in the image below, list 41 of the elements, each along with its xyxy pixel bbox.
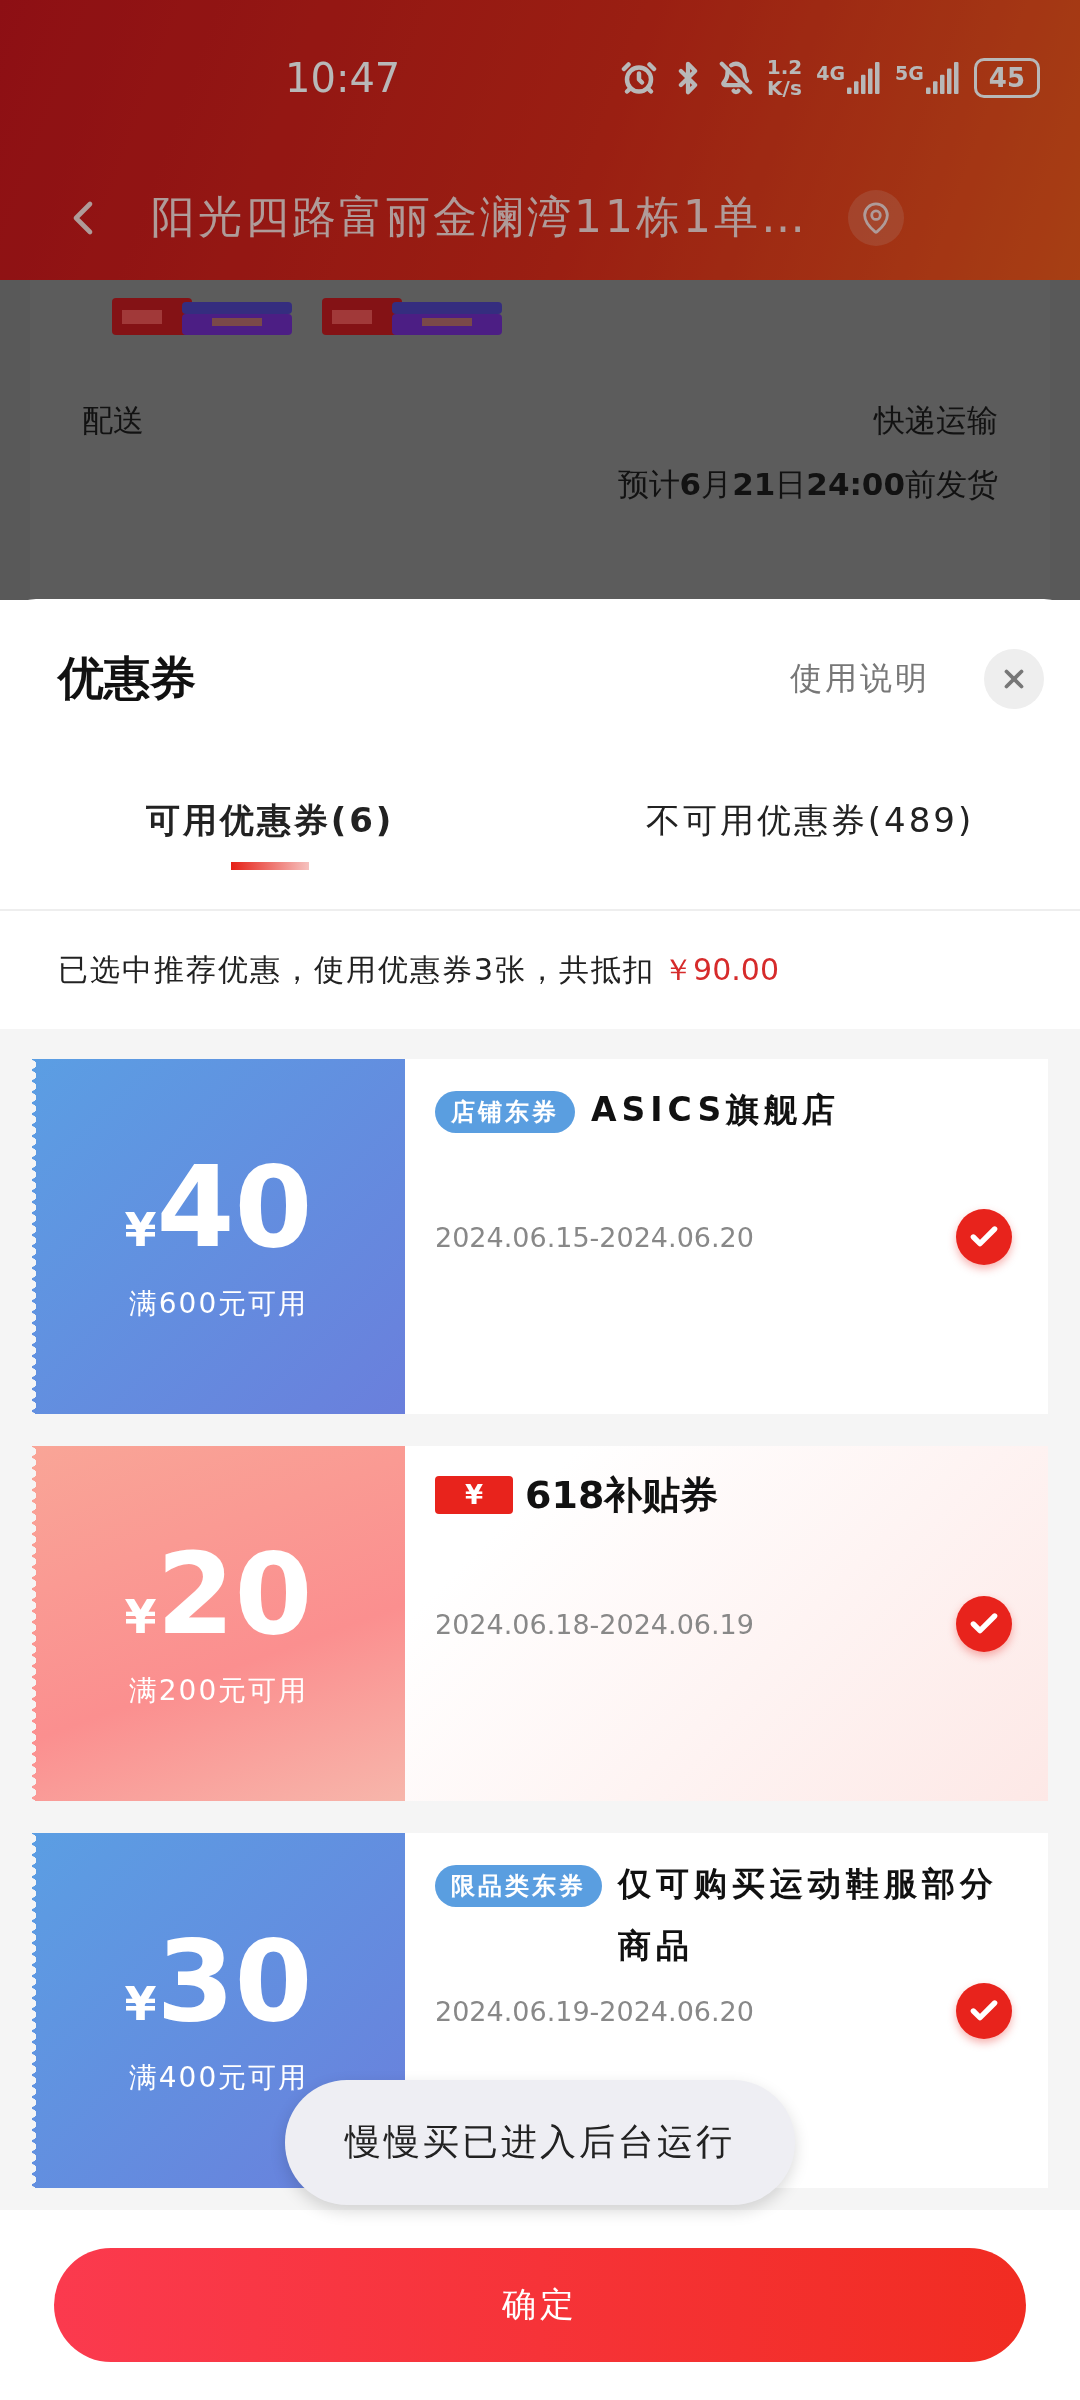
network-label: 5G (895, 61, 924, 84)
coupon-card[interactable]: ¥20 满200元可用 ¥ 618补贴券 2024.06.18-2024.06.19 (32, 1446, 1048, 1801)
delivery-label: 配送 (82, 401, 144, 440)
speed-unit: K/s (767, 77, 802, 99)
coupon-tag: 店铺东券 (435, 1091, 575, 1133)
discount-summary: 已选中推荐优惠，使用优惠券3张，共抵扣 ￥90.00 (58, 950, 779, 989)
coupon-tab[interactable]: 可用优惠券(6) (0, 759, 540, 909)
signal-icon (925, 61, 960, 94)
coupon-checkbox[interactable] (956, 1595, 1012, 1652)
network-label: 4G (816, 61, 845, 84)
coupon-badge: ¥ (435, 1476, 513, 1514)
speed-value: 1.2 (766, 56, 803, 78)
coupon-condition: 满200元可用 (128, 1672, 309, 1709)
sheet-title: 优惠券 (58, 650, 197, 707)
coupon-amount: 20 (156, 1537, 313, 1650)
coupon-tab[interactable]: 不可用优惠券(489) (540, 759, 1080, 909)
clock: 10:47 (285, 54, 402, 101)
mute-icon (718, 60, 753, 95)
currency-sign: ¥ (124, 1589, 157, 1644)
coupon-checkbox[interactable] (956, 1208, 1012, 1265)
validity-dates: 2024.06.19-2024.06.20 (435, 1996, 754, 2027)
coupon-tag: 限品类东券 (435, 1865, 602, 1907)
address-title: 阳光四路富丽金澜湾11栋1单… (151, 190, 808, 244)
validity-dates: 2024.06.15-2024.06.20 (435, 1222, 754, 1253)
coupon-amount: 30 (156, 1924, 313, 2037)
validity-dates: 2024.06.18-2024.06.19 (435, 1609, 754, 1640)
coupon-checkbox[interactable] (956, 1982, 1012, 2039)
usage-help-link[interactable]: 使用说明 (790, 657, 930, 701)
signal-icon (847, 61, 881, 94)
coupon-card[interactable]: ¥40 满600元可用 店铺东券 ASICS旗舰店 2024.06.15-2024.06.20 (32, 1059, 1048, 1414)
currency-sign: ¥ (124, 1976, 157, 2031)
confirm-button[interactable]: 确定 (54, 2248, 1026, 2362)
currency-sign: ¥ (124, 1202, 157, 1257)
delivery-method: 快递运输 (874, 401, 998, 440)
coupon-title: 618补贴券 (525, 1472, 719, 1519)
coupon-title: 仅可购买运动鞋服部分商品 (618, 1863, 999, 1967)
coupon-condition: 满600元可用 (128, 1285, 309, 1322)
alarm-icon (620, 59, 657, 96)
coupon-amount: 40 (156, 1150, 313, 1263)
battery-icon: 45 (973, 57, 1040, 98)
coupon-title: ASICS旗舰店 (591, 1089, 841, 1131)
